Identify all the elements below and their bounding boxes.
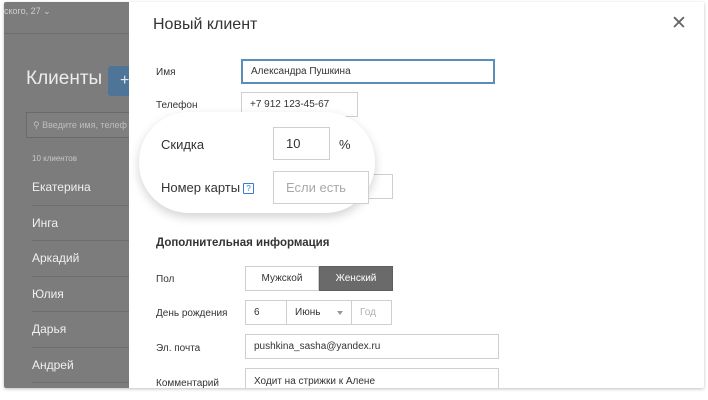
- help-icon[interactable]: ?: [243, 183, 255, 194]
- birthday-year-input[interactable]: Год: [351, 300, 392, 325]
- birthday-day-input[interactable]: 6: [245, 300, 287, 325]
- phone-label: Телефон: [156, 100, 198, 111]
- search-placeholder: Введите имя, телеф: [42, 120, 127, 130]
- search-icon: ⚲: [33, 120, 40, 130]
- email-input[interactable]: [245, 334, 499, 359]
- birthday-label: День рождения: [156, 308, 228, 319]
- list-item[interactable]: Екатерина: [32, 170, 129, 206]
- name-input[interactable]: [241, 59, 495, 84]
- close-icon[interactable]: ✕: [667, 12, 691, 36]
- search-input[interactable]: ⚲ Введите имя, телеф: [26, 112, 129, 138]
- list-item[interactable]: Инга: [32, 206, 129, 241]
- comment-input[interactable]: [245, 368, 499, 388]
- list-item[interactable]: Андрей: [32, 348, 129, 383]
- name-label: Имя: [156, 67, 176, 78]
- zoom-callout: Скидка % Номер карты?: [139, 112, 375, 213]
- add-client-button[interactable]: +: [108, 66, 129, 96]
- app-frame: ского, 27 ⌄ Клиенты + ⚲ Введите имя, тел…: [4, 2, 704, 388]
- page-title: Клиенты: [26, 68, 103, 89]
- discount-unit: %: [339, 137, 351, 152]
- clients-list: Екатерина Инга Аркадий Юлия Дарья Андрей: [32, 170, 129, 383]
- list-item[interactable]: Юлия: [32, 277, 129, 312]
- gender-male-button[interactable]: Мужской: [245, 266, 319, 291]
- gender-label: Пол: [156, 274, 175, 285]
- card-label: Номер карты?: [161, 180, 255, 195]
- address-bar[interactable]: ского, 27 ⌄: [4, 2, 129, 34]
- card-label-text: Номер карты: [161, 180, 241, 195]
- list-item[interactable]: Аркадий: [32, 241, 129, 277]
- month-value: Июнь: [295, 307, 321, 318]
- card-input[interactable]: [273, 171, 369, 204]
- clients-count: 10 клиентов: [32, 154, 77, 163]
- gender-toggle: Мужской Женский: [245, 266, 393, 291]
- email-label: Эл. почта: [156, 343, 201, 354]
- comment-label: Комментарий: [156, 378, 219, 388]
- discount-input[interactable]: [273, 127, 330, 160]
- chevron-down-icon: ⌄: [43, 6, 51, 16]
- chevron-down-icon: [337, 311, 343, 315]
- discount-label: Скидка: [161, 137, 205, 152]
- list-item[interactable]: Дарья: [32, 312, 129, 348]
- birthday-month-select[interactable]: Июнь: [286, 300, 352, 325]
- address-text: ского, 27: [4, 6, 41, 16]
- section-title: Дополнительная информация: [156, 237, 330, 249]
- background-app: ского, 27 ⌄ Клиенты + ⚲ Введите имя, тел…: [4, 2, 129, 388]
- gender-female-button[interactable]: Женский: [319, 266, 393, 291]
- modal-title: Новый клиент: [153, 16, 258, 33]
